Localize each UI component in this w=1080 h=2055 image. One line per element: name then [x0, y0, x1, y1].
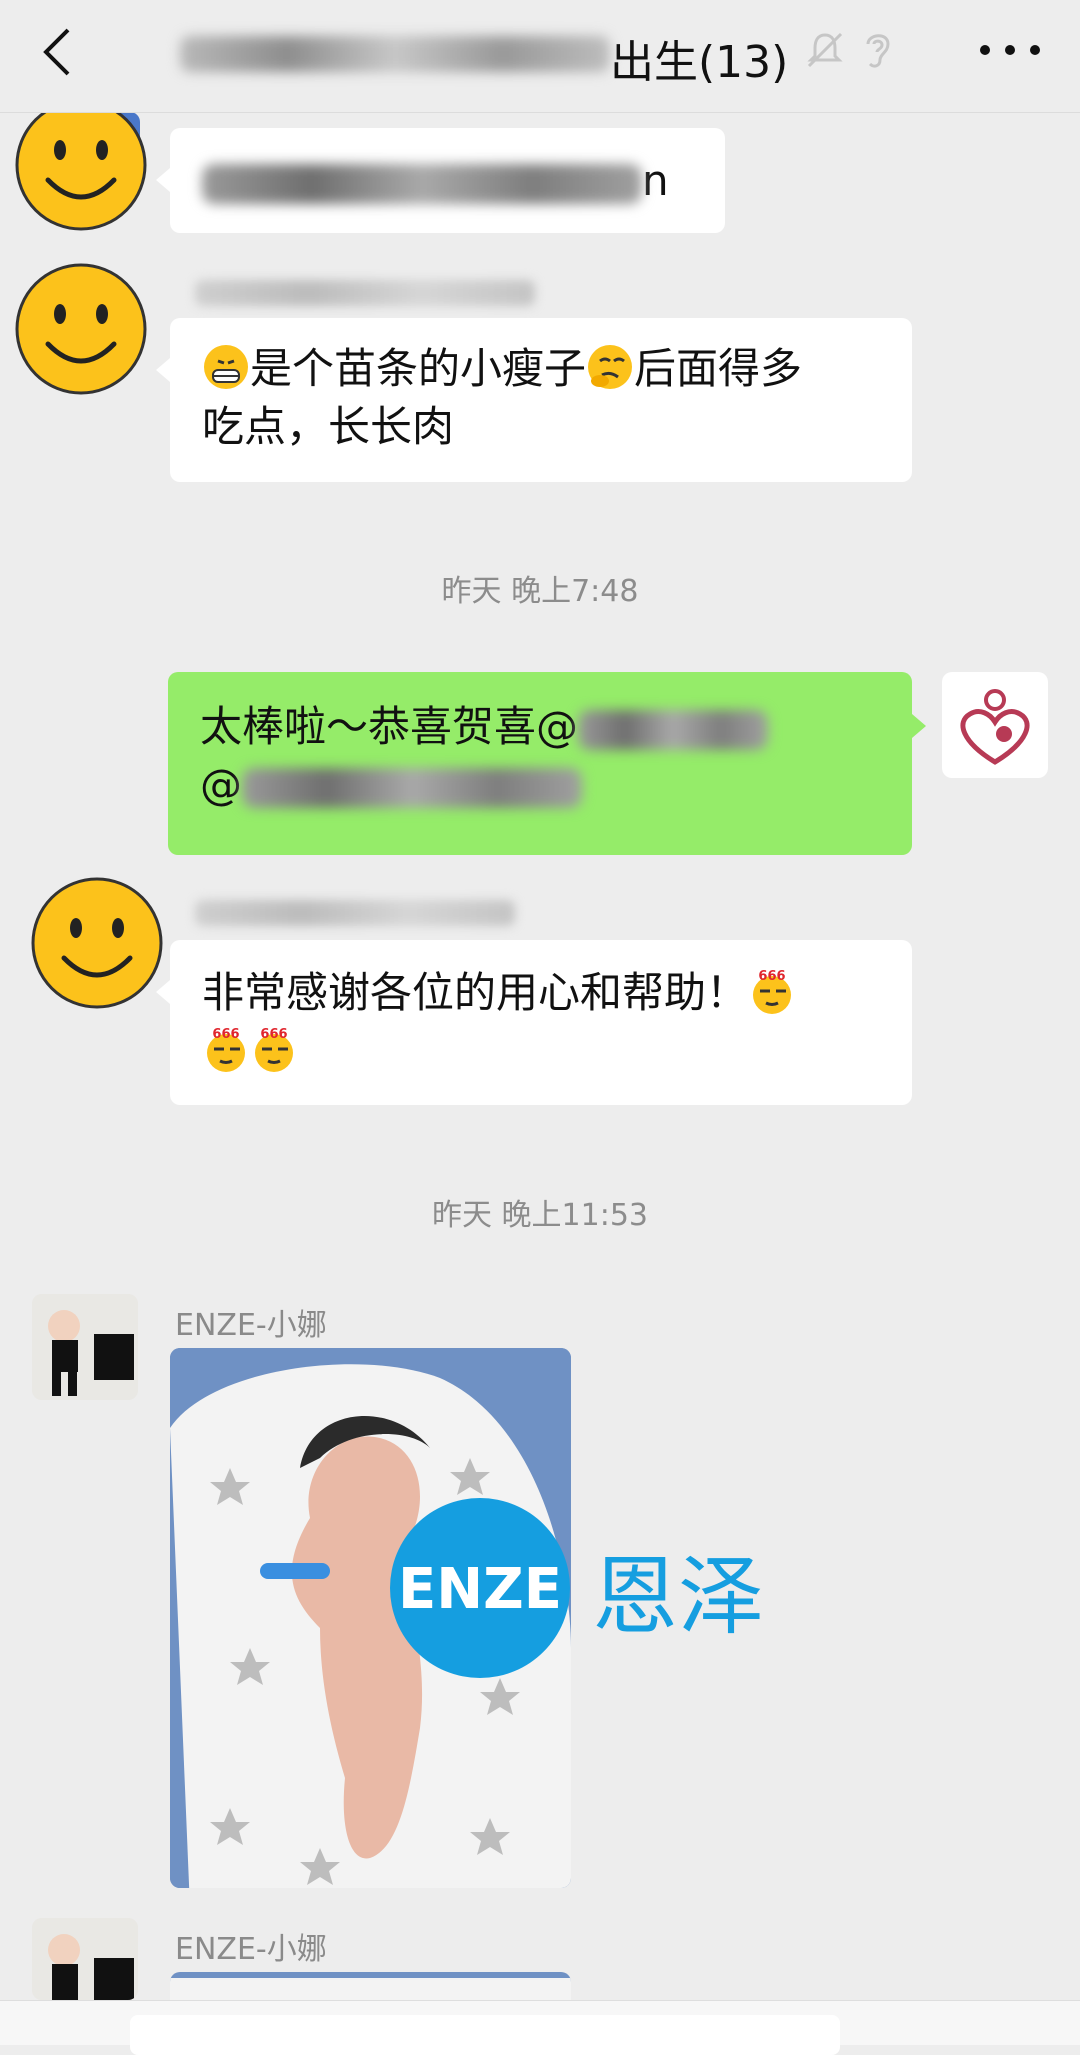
- earpiece-icon[interactable]: [858, 28, 898, 72]
- chat-title: 出生(13): [170, 20, 810, 88]
- enze-watermark-logo: ENZE 恩泽: [390, 1498, 764, 1678]
- sender-name: ENZE-小娜: [175, 1308, 327, 1343]
- grimace-emoji-icon: [204, 345, 248, 389]
- svg-text:666: 666: [212, 1027, 239, 1042]
- chat-header: 出生(13): [0, 0, 1080, 113]
- self-avatar[interactable]: [942, 672, 1048, 778]
- blurred-mention: [242, 767, 582, 808]
- sender-avatar[interactable]: [32, 1294, 138, 1400]
- message-text: 非常感谢各位的用心和帮助！: [202, 968, 749, 1017]
- svg-text:666: 666: [758, 969, 785, 984]
- timestamp: 昨天 晚上7:48: [441, 574, 639, 609]
- message-text: 吃点，长长肉: [202, 402, 455, 451]
- smiley-avatar[interactable]: [14, 98, 148, 232]
- blurred-title: [180, 36, 610, 72]
- bubble-tail: [156, 168, 170, 192]
- thinking-emoji-icon: [588, 345, 633, 389]
- back-icon[interactable]: [30, 22, 90, 82]
- blurred-sender-name: [195, 900, 515, 926]
- message-text: @: [200, 760, 242, 809]
- blurred-sender-name: [195, 280, 535, 306]
- mute-bell-icon: [807, 32, 843, 68]
- svg-text:ENZE: ENZE: [398, 1557, 562, 1622]
- more-icon[interactable]: [975, 30, 1045, 70]
- smiley-avatar[interactable]: [30, 876, 164, 1010]
- svg-text:666: 666: [260, 1027, 287, 1042]
- message-text: 太棒啦～恭喜贺喜@: [200, 702, 579, 751]
- sent-message-bubble[interactable]: 太棒啦～恭喜贺喜@ @: [168, 672, 912, 855]
- sender-name: ENZE-小娜: [175, 1932, 327, 1967]
- svg-text:恩泽: 恩泽: [592, 1547, 764, 1647]
- input-bar: [0, 2000, 1080, 2055]
- baby-photo-icon: [32, 1918, 138, 2000]
- 666-emoji-icon: 666: [255, 1027, 293, 1072]
- baby-photo-icon: [32, 1294, 138, 1400]
- message-bubble[interactable]: 是个苗条的小瘦子 后面得多吃点，长长肉: [170, 318, 912, 482]
- message-input[interactable]: [130, 2015, 840, 2055]
- 666-emoji-icon: 666: [753, 969, 792, 1014]
- sender-avatar[interactable]: [32, 1918, 138, 2000]
- chat-title-suffix: 出生(13): [610, 37, 789, 88]
- message-bubble[interactable]: 非常感谢各位的用心和帮助！ 666 666 666: [170, 940, 912, 1105]
- timestamp: 昨天 晚上11:53: [432, 1198, 648, 1233]
- bubble-tail: [912, 714, 926, 738]
- message-bubble[interactable]: n: [170, 128, 725, 233]
- bubble-tail: [156, 358, 170, 382]
- blurred-mention: [578, 709, 769, 750]
- smiley-avatar[interactable]: [14, 262, 148, 396]
- message-text-end: n: [642, 156, 669, 205]
- bubble-tail: [156, 980, 170, 1004]
- heart-mother-logo-icon: [960, 689, 1030, 765]
- 666-emoji-icon: 666: [207, 1027, 245, 1072]
- message-text: 是个苗条的小瘦子: [250, 344, 587, 393]
- blurred-text: [202, 163, 642, 204]
- message-text: 后面得多: [634, 344, 803, 393]
- image-message[interactable]: [170, 1972, 571, 2000]
